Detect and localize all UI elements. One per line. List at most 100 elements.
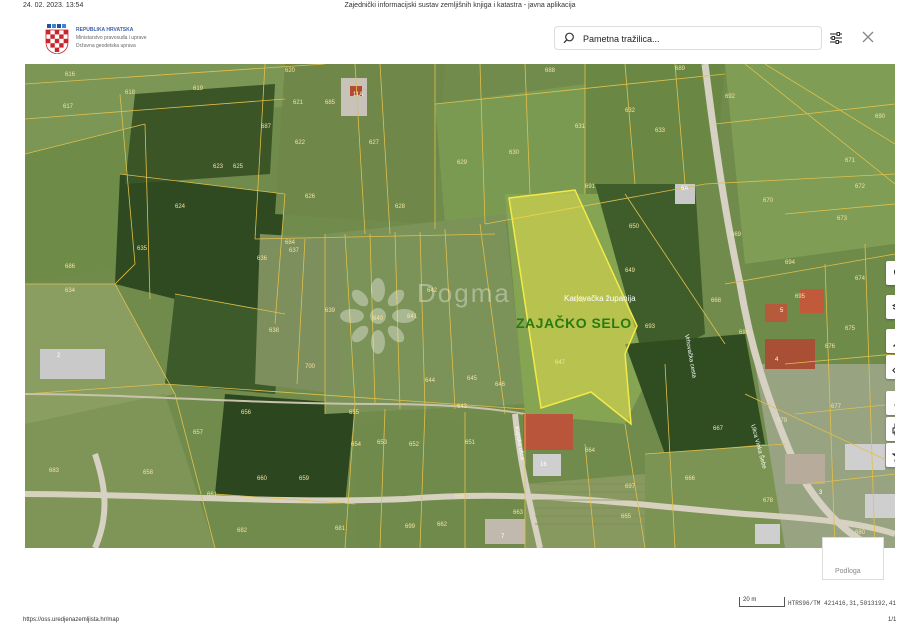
close-icon[interactable]	[861, 30, 875, 44]
parcel-number[interactable]: 670	[763, 198, 773, 204]
parcel-number[interactable]: 628	[395, 204, 405, 210]
parcel-number[interactable]: 694	[785, 260, 795, 266]
parcel-number[interactable]: 669	[731, 232, 741, 238]
parcel-number[interactable]: 663	[513, 510, 523, 516]
parcel-number[interactable]: 646	[495, 382, 505, 388]
basemap-switcher[interactable]: Podloga	[822, 537, 884, 580]
zoom-button[interactable]	[886, 329, 895, 353]
parcel-number[interactable]: 620	[285, 68, 295, 74]
parcel-number[interactable]: 632	[625, 108, 635, 114]
parcel-number[interactable]: 631	[575, 124, 585, 130]
search-input[interactable]	[581, 30, 815, 48]
parcel-number[interactable]: 640	[373, 316, 383, 322]
parcel-number[interactable]: 645	[467, 376, 477, 382]
search-box[interactable]	[554, 26, 822, 50]
parcel-number[interactable]: 688	[545, 68, 555, 74]
parcel-number[interactable]: 626	[305, 194, 315, 200]
parcel-number[interactable]: 674	[855, 276, 865, 282]
parcel-number[interactable]: 638	[269, 328, 279, 334]
parcel-number[interactable]: 630	[509, 150, 519, 156]
layers-button[interactable]	[886, 295, 895, 319]
parcel-number[interactable]: 658	[143, 470, 153, 476]
parcel-number[interactable]: 636	[257, 256, 267, 262]
parcel-number[interactable]: 668	[711, 298, 721, 304]
parcel-number[interactable]: 689	[675, 66, 685, 72]
parcel-number[interactable]: 691	[585, 184, 595, 190]
parcel-number[interactable]: 621	[293, 100, 303, 106]
parcel-number[interactable]: 642	[427, 288, 437, 294]
favorite-button[interactable]	[886, 443, 895, 467]
parcel-number[interactable]: 619	[193, 86, 203, 92]
parcel-number[interactable]: 681	[335, 526, 345, 532]
parcel-number[interactable]: 617	[63, 104, 73, 110]
parcel-number[interactable]: 623	[213, 164, 223, 170]
parcel-number[interactable]: 652	[409, 442, 419, 448]
parcel-number[interactable]: 653	[377, 440, 387, 446]
parcel-number[interactable]: 622	[295, 140, 305, 146]
parcel-number[interactable]: 696	[739, 330, 749, 336]
parcel-number[interactable]: 695	[795, 294, 805, 300]
parcel-number[interactable]: 671	[845, 158, 855, 164]
parcel-number[interactable]: 692	[725, 94, 735, 100]
parcel-number[interactable]: 647	[555, 360, 565, 366]
parcel-number[interactable]: 675	[845, 326, 855, 332]
parcel-number[interactable]: 637	[289, 248, 299, 254]
parcel-number[interactable]: 616	[65, 72, 75, 78]
parcel-number[interactable]: 643	[457, 404, 467, 410]
measure-button[interactable]	[886, 355, 895, 379]
search-icon[interactable]	[563, 32, 575, 44]
parcel-number[interactable]: 618	[125, 90, 135, 96]
parcel-number[interactable]: 699	[405, 524, 415, 530]
parcel-number[interactable]: 654	[351, 442, 361, 448]
parcel-number[interactable]: 677	[831, 404, 841, 410]
parcel-number[interactable]: 673	[837, 216, 847, 222]
parcel-number[interactable]: 672	[855, 184, 865, 190]
parcel-number[interactable]: 644	[425, 378, 435, 384]
parcel-number[interactable]: 661	[207, 492, 217, 498]
parcel-number[interactable]: 667	[713, 426, 723, 432]
parcel-number[interactable]: 686	[65, 264, 75, 270]
parcel-number[interactable]: 648	[575, 298, 585, 304]
parcel-number[interactable]: 633	[655, 128, 665, 134]
parcel-number[interactable]: 664	[585, 448, 595, 454]
parcel-number[interactable]: 690	[875, 114, 885, 120]
parcel-number[interactable]: 666	[685, 476, 695, 482]
house-number: 6A	[681, 186, 689, 192]
parcel-number[interactable]: 651	[465, 440, 475, 446]
parcel-number[interactable]: 697	[625, 484, 635, 490]
parcel-number[interactable]: 687	[261, 124, 271, 130]
parcel-number[interactable]: 698	[455, 494, 465, 500]
parcel-number[interactable]: 679	[777, 418, 787, 424]
parcel-number[interactable]: 676	[825, 344, 835, 350]
parcel-number[interactable]: 656	[241, 410, 251, 416]
parcel-number[interactable]: 684	[285, 240, 295, 246]
parcel-number[interactable]: 627	[369, 140, 379, 146]
print-button[interactable]	[886, 417, 895, 441]
parcel-number[interactable]: 665	[621, 514, 631, 520]
parcel-number[interactable]: 625	[233, 164, 243, 170]
parcel-number[interactable]: 649	[625, 268, 635, 274]
parcel-number[interactable]: 678	[763, 498, 773, 504]
parcel-number[interactable]: 655	[349, 410, 359, 416]
cadastral-map[interactable]: Dogma Karlovačka županija ZAJAČKO SELO V…	[25, 64, 895, 548]
location-button[interactable]	[886, 261, 895, 285]
parcel-number[interactable]: 629	[457, 160, 467, 166]
parcel-number[interactable]: 700	[305, 364, 315, 370]
parcel-number[interactable]: 685	[325, 100, 335, 106]
recycle-button[interactable]	[886, 391, 895, 415]
parcel-number[interactable]: 680	[855, 530, 865, 536]
parcel-number[interactable]: 624	[175, 204, 185, 210]
filter-icon[interactable]	[828, 31, 844, 45]
parcel-number[interactable]: 660	[257, 476, 267, 482]
parcel-number[interactable]: 683	[49, 468, 59, 474]
parcel-number[interactable]: 659	[299, 476, 309, 482]
parcel-number[interactable]: 639	[325, 308, 335, 314]
parcel-number[interactable]: 662	[437, 522, 447, 528]
parcel-number[interactable]: 657	[193, 430, 203, 436]
parcel-number[interactable]: 650	[629, 224, 639, 230]
parcel-number[interactable]: 682	[237, 528, 247, 534]
parcel-number[interactable]: 635	[137, 246, 147, 252]
parcel-number[interactable]: 641	[407, 314, 417, 320]
parcel-number[interactable]: 693	[645, 324, 655, 330]
parcel-number[interactable]: 634	[65, 288, 75, 294]
